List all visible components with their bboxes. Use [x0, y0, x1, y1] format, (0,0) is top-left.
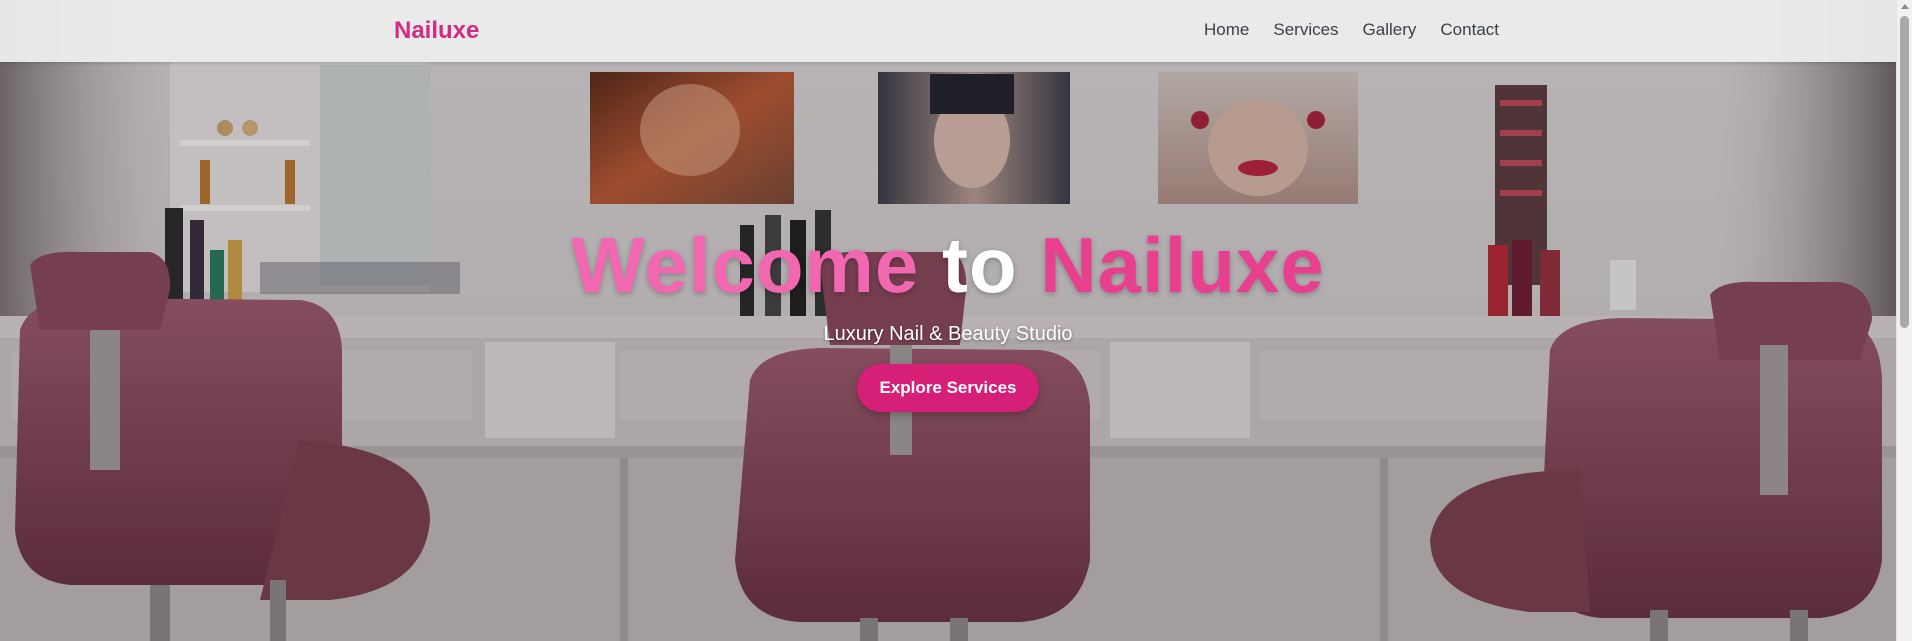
- nav-link-contact[interactable]: Contact: [1440, 20, 1499, 40]
- nav-link-gallery[interactable]: Gallery: [1363, 20, 1417, 40]
- hero-title-welcome: Welcome: [571, 221, 920, 309]
- nav-links: Home Services Gallery Contact: [1204, 20, 1499, 40]
- hero-content: Welcome to Nailuxe Luxury Nail & Beauty …: [0, 222, 1896, 412]
- hero-title-to: to: [941, 221, 1018, 309]
- nav-link-home[interactable]: Home: [1204, 20, 1249, 40]
- scroll-thumb[interactable]: [1900, 16, 1909, 328]
- page-scrollbar[interactable]: [1896, 0, 1912, 641]
- explore-services-button[interactable]: Explore Services: [857, 364, 1039, 412]
- landing-page: Nailuxe Home Services Gallery Contact We…: [0, 0, 1912, 641]
- scroll-up-arrow-icon[interactable]: [1901, 4, 1909, 9]
- brand-logo[interactable]: Nailuxe: [394, 17, 479, 45]
- hero-subtitle: Luxury Nail & Beauty Studio: [823, 323, 1073, 345]
- nav-link-services[interactable]: Services: [1273, 20, 1338, 40]
- navbar: Nailuxe Home Services Gallery Contact: [0, 0, 1896, 62]
- hero-title: Welcome to Nailuxe: [0, 222, 1896, 308]
- hero-title-brand: Nailuxe: [1040, 221, 1325, 309]
